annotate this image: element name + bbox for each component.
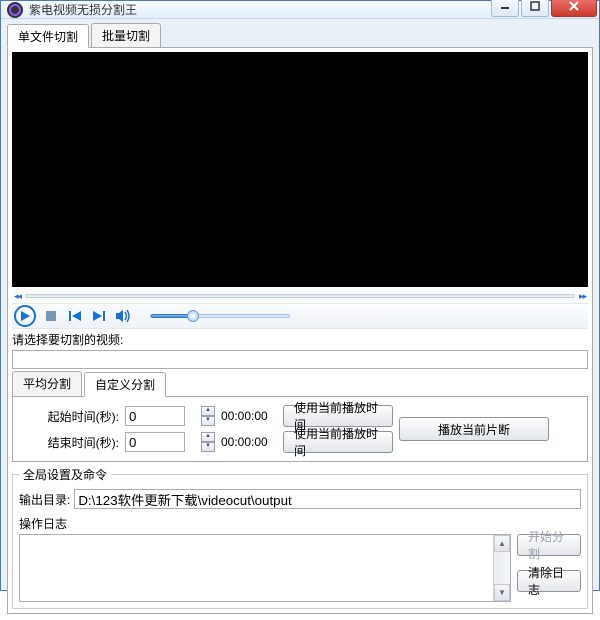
global-fieldset: 全局设置及命令 输出目录: 操作日志 ▲ ▼	[12, 466, 588, 609]
seekbar: ◂◂ ▸▸	[12, 290, 588, 302]
play-icon	[20, 311, 30, 321]
volume-fill	[151, 314, 191, 318]
start-split-button[interactable]: 开始分割	[517, 534, 581, 556]
custom-split-panel: 起始时间(秒): ▲ ▼ 00:00:00 使用当前播放时间 播放当前片断 结束…	[12, 396, 588, 462]
end-time-input[interactable]	[125, 432, 185, 452]
log-scrollbar[interactable]: ▲ ▼	[493, 535, 510, 601]
outdir-input[interactable]	[74, 489, 581, 509]
play-button[interactable]	[14, 305, 36, 327]
maximize-button[interactable]	[521, 0, 549, 17]
stop-button[interactable]	[42, 307, 60, 325]
start-spin-down[interactable]: ▼	[201, 416, 215, 426]
main-panel: ◂◂ ▸▸	[7, 47, 593, 614]
maximize-icon	[530, 1, 540, 11]
close-button[interactable]	[551, 0, 597, 17]
window-buttons	[489, 0, 597, 17]
app-window: 紫电视频无损分割王 单文件切割 批量切割 ◂◂ ▸▸	[0, 0, 600, 591]
tab-batch[interactable]: 批量切割	[91, 23, 161, 47]
minimize-button[interactable]	[491, 0, 519, 17]
media-controls	[12, 303, 588, 329]
main-tabs: 单文件切割 批量切割	[7, 23, 593, 47]
start-time-label: 起始时间(秒):	[19, 408, 119, 425]
tab-single-file[interactable]: 单文件切割	[7, 24, 89, 48]
prev-icon	[69, 311, 81, 321]
stop-icon	[46, 311, 56, 321]
log-textarea[interactable]: ▲ ▼	[19, 534, 511, 602]
select-video-label: 请选择要切割的视频:	[12, 331, 123, 348]
clear-log-button[interactable]: 清除日志	[517, 570, 581, 592]
window-title: 紫电视频无损分割王	[29, 1, 489, 18]
start-time-input[interactable]	[125, 406, 185, 426]
close-icon	[568, 1, 580, 11]
seek-track[interactable]	[25, 294, 575, 298]
volume-slider[interactable]	[150, 314, 290, 318]
tab-custom-split[interactable]: 自定义分割	[84, 372, 166, 397]
use-current-start-button[interactable]: 使用当前播放时间	[283, 405, 393, 427]
end-spin-up[interactable]: ▲	[201, 432, 215, 442]
next-icon	[93, 311, 105, 321]
prev-button[interactable]	[66, 307, 84, 325]
tab-average-split[interactable]: 平均分割	[12, 371, 82, 396]
play-segment-button[interactable]: 播放当前片断	[399, 417, 549, 441]
select-video-row: 请选择要切割的视频:	[12, 331, 588, 348]
outdir-label: 输出目录:	[19, 491, 70, 508]
scroll-down-icon[interactable]: ▼	[494, 584, 510, 601]
video-path-input[interactable]	[12, 350, 588, 369]
titlebar: 紫电视频无损分割王	[1, 1, 599, 19]
volume-button[interactable]	[114, 307, 132, 325]
end-time-display: 00:00:00	[221, 435, 277, 449]
scroll-up-icon[interactable]: ▲	[494, 535, 510, 552]
seek-forward-icon[interactable]: ▸▸	[579, 291, 586, 302]
minimize-icon	[500, 1, 510, 11]
end-spin-down[interactable]: ▼	[201, 442, 215, 452]
end-time-label: 结束时间(秒):	[19, 434, 119, 451]
app-icon	[7, 2, 23, 18]
volume-icon	[116, 310, 130, 322]
use-current-end-button[interactable]: 使用当前播放时间	[283, 431, 393, 453]
volume-knob[interactable]	[187, 310, 199, 322]
log-label: 操作日志	[19, 515, 581, 532]
video-preview[interactable]	[12, 52, 588, 287]
start-time-spinner: ▲ ▼	[201, 406, 215, 426]
client-area: 单文件切割 批量切割 ◂◂ ▸▸	[1, 19, 599, 620]
next-button[interactable]	[90, 307, 108, 325]
seek-back-icon[interactable]: ◂◂	[14, 291, 21, 302]
global-legend: 全局设置及命令	[19, 466, 111, 483]
split-subtabs: 平均分割 自定义分割	[12, 371, 588, 396]
start-time-display: 00:00:00	[221, 409, 277, 423]
start-spin-up[interactable]: ▲	[201, 406, 215, 416]
end-time-spinner: ▲ ▼	[201, 432, 215, 452]
